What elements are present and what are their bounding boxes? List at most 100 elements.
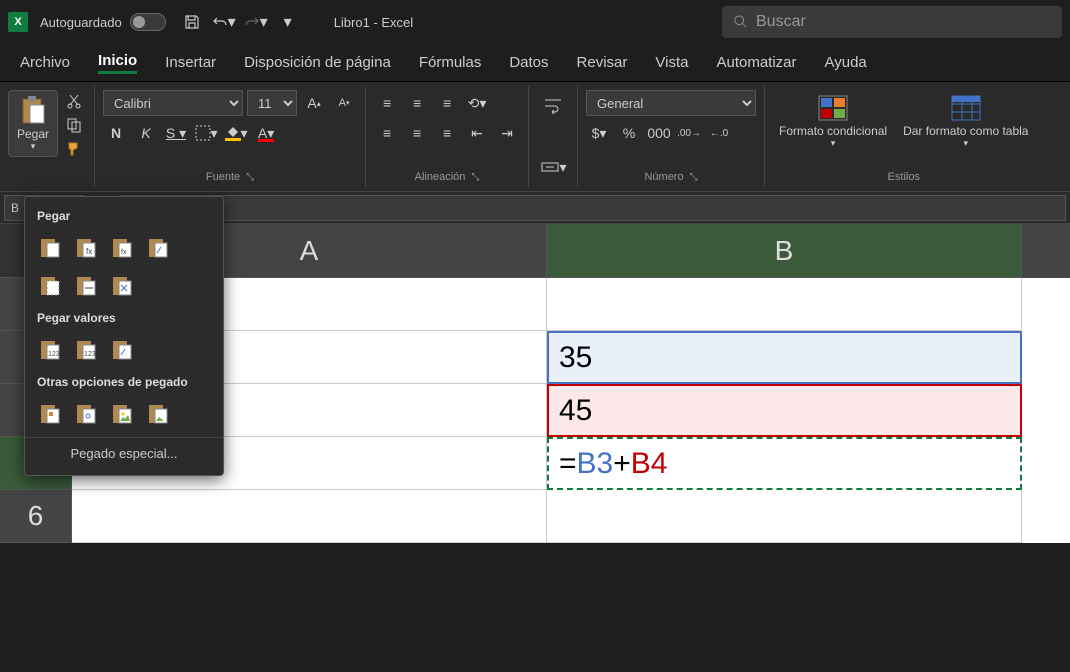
- fill-color-icon[interactable]: ▾: [223, 120, 249, 146]
- font-size-select[interactable]: 11: [247, 90, 297, 116]
- styles-group: Formato condicional ▾ Dar formato como t…: [765, 86, 1042, 187]
- cell[interactable]: [547, 278, 1022, 331]
- svg-text:fx: fx: [86, 247, 92, 256]
- save-icon[interactable]: [178, 8, 206, 36]
- clipboard-icon: [19, 95, 47, 127]
- number-group: General $▾ % 000 .00→ ←.0 Número⤡: [578, 86, 765, 187]
- cell-b5[interactable]: =B3+B4: [547, 437, 1022, 490]
- undo-icon[interactable]: ▾: [210, 8, 238, 36]
- tab-inicio[interactable]: Inicio: [86, 46, 149, 80]
- format-table-label: Dar formato como tabla: [903, 124, 1028, 138]
- paste-all-icon[interactable]: [35, 233, 65, 263]
- cell-b3[interactable]: 35: [547, 331, 1022, 384]
- qat-dropdown-icon[interactable]: ▾: [274, 8, 302, 36]
- paste-picture-icon[interactable]: [107, 399, 137, 429]
- align-top-icon[interactable]: ≡: [374, 90, 400, 116]
- copy-icon[interactable]: [62, 114, 86, 136]
- tab-datos[interactable]: Datos: [497, 48, 560, 77]
- tab-vista[interactable]: Vista: [643, 48, 700, 77]
- paste-column-width-icon[interactable]: [71, 271, 101, 301]
- paste-formatting-icon[interactable]: [35, 399, 65, 429]
- number-format-select[interactable]: General: [586, 90, 756, 116]
- conditional-format-button[interactable]: Formato condicional ▾: [773, 90, 893, 153]
- format-as-table-button[interactable]: Dar formato como tabla ▾: [897, 90, 1034, 153]
- ribbon-tabs: Archivo Inicio Insertar Disposición de p…: [0, 44, 1070, 82]
- tab-formulas[interactable]: Fórmulas: [407, 48, 494, 77]
- paste-values-number-icon[interactable]: 123: [71, 335, 101, 365]
- merge-icon[interactable]: ▾: [537, 151, 569, 183]
- svg-text:123: 123: [48, 351, 60, 358]
- align-bottom-icon[interactable]: ≡: [434, 90, 460, 116]
- paste-special-item[interactable]: Pegado especial...: [25, 437, 223, 469]
- row-header-6[interactable]: 6: [0, 490, 72, 543]
- decrease-indent-icon[interactable]: ⇤: [464, 120, 490, 146]
- font-group-label: Fuente: [206, 171, 240, 183]
- svg-text:fx: fx: [121, 249, 127, 256]
- paste-transpose-icon[interactable]: [107, 271, 137, 301]
- tab-automatizar[interactable]: Automatizar: [704, 48, 808, 77]
- autosave-toggle[interactable]: Autoguardado: [40, 13, 166, 31]
- font-color-icon[interactable]: A▾: [253, 120, 279, 146]
- decrease-font-icon[interactable]: A▾: [331, 90, 357, 116]
- wrap-text-icon[interactable]: [537, 90, 569, 122]
- ribbon: Pegar ▾ Calibri 11 A▴ A▾ N K S ▾ ▾ ▾ A▾ …: [0, 82, 1070, 192]
- percent-icon[interactable]: %: [616, 120, 642, 146]
- paste-keep-source-icon[interactable]: [143, 233, 173, 263]
- paste-linked-picture-icon[interactable]: [143, 399, 173, 429]
- font-group: Calibri 11 A▴ A▾ N K S ▾ ▾ ▾ A▾ Fuente ⤡: [95, 86, 366, 187]
- dialog-launcher-icon[interactable]: ⤡: [246, 172, 254, 183]
- tab-ayuda[interactable]: Ayuda: [813, 48, 879, 77]
- clipboard-group: Pegar ▾: [0, 86, 95, 187]
- increase-decimal-icon[interactable]: .00→: [676, 120, 702, 146]
- alignment-group-label: Alineación: [415, 171, 466, 183]
- align-middle-icon[interactable]: ≡: [404, 90, 430, 116]
- column-header-b[interactable]: B: [547, 224, 1022, 278]
- paste-dropdown-menu: Pegar fx fx Pegar valores 123 123 Otras …: [24, 196, 224, 476]
- increase-font-icon[interactable]: A▴: [301, 90, 327, 116]
- border-icon[interactable]: ▾: [193, 120, 219, 146]
- paste-formulas-icon[interactable]: fx: [71, 233, 101, 263]
- cell[interactable]: [72, 490, 547, 543]
- orientation-icon[interactable]: ⟲▾: [464, 90, 490, 116]
- align-right-icon[interactable]: ≡: [434, 120, 460, 146]
- dialog-launcher-icon[interactable]: ⤡: [690, 172, 698, 183]
- decrease-decimal-icon[interactable]: ←.0: [706, 120, 732, 146]
- paste-values-source-icon[interactable]: [107, 335, 137, 365]
- cut-icon[interactable]: [62, 90, 86, 112]
- titlebar: X Autoguardado ▾ ▾ ▾ Libro1 - Excel Busc…: [0, 0, 1070, 44]
- formula-input[interactable]: =B3+B4: [120, 195, 1066, 221]
- conditional-format-icon: [817, 94, 849, 122]
- underline-icon[interactable]: S ▾: [163, 120, 189, 146]
- styles-group-label: Estilos: [888, 171, 920, 183]
- align-center-icon[interactable]: ≡: [404, 120, 430, 146]
- bold-icon[interactable]: N: [103, 120, 129, 146]
- paste-button[interactable]: Pegar ▾: [8, 90, 58, 157]
- search-input[interactable]: Buscar: [722, 6, 1062, 38]
- conditional-format-label: Formato condicional: [779, 124, 887, 138]
- search-icon: [734, 15, 748, 29]
- toggle-icon[interactable]: [130, 13, 166, 31]
- quick-access-toolbar: ▾ ▾ ▾: [178, 8, 302, 36]
- wrap-merge-group: ▾: [529, 86, 578, 187]
- font-name-select[interactable]: Calibri: [103, 90, 243, 116]
- align-left-icon[interactable]: ≡: [374, 120, 400, 146]
- paste-no-borders-icon[interactable]: [35, 271, 65, 301]
- tab-archivo[interactable]: Archivo: [8, 48, 82, 77]
- cell[interactable]: [547, 490, 1022, 543]
- paste-formulas-number-icon[interactable]: fx: [107, 233, 137, 263]
- tab-revisar[interactable]: Revisar: [565, 48, 640, 77]
- comma-icon[interactable]: 000: [646, 120, 672, 146]
- tab-insertar[interactable]: Insertar: [153, 48, 228, 77]
- cell-b4[interactable]: 45: [547, 384, 1022, 437]
- format-painter-icon[interactable]: [62, 138, 86, 160]
- paste-values-icon[interactable]: 123: [35, 335, 65, 365]
- paste-label: Pegar: [17, 127, 49, 141]
- tab-disposicion[interactable]: Disposición de página: [232, 48, 403, 77]
- redo-icon[interactable]: ▾: [242, 8, 270, 36]
- document-title: Libro1 - Excel: [334, 15, 413, 30]
- italic-icon[interactable]: K: [133, 120, 159, 146]
- paste-link-icon[interactable]: [71, 399, 101, 429]
- dialog-launcher-icon[interactable]: ⤡: [471, 172, 479, 183]
- increase-indent-icon[interactable]: ⇥: [494, 120, 520, 146]
- currency-icon[interactable]: $▾: [586, 120, 612, 146]
